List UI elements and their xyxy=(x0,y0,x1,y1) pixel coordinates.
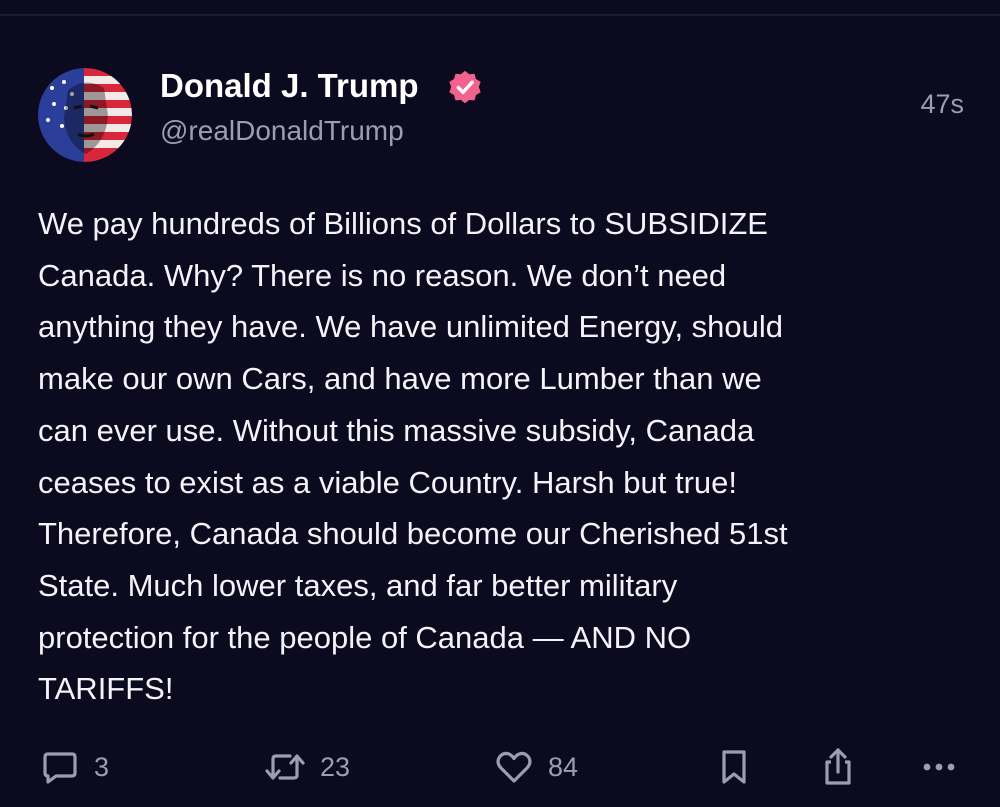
share-button[interactable] xyxy=(818,742,858,792)
heart-icon xyxy=(496,751,532,783)
repost-icon xyxy=(265,754,305,780)
post-card: Donald J. Trump @realDonaldTrump 47s We … xyxy=(0,16,1000,807)
author-handle[interactable]: @realDonaldTrump xyxy=(160,114,404,148)
share-icon xyxy=(825,748,851,785)
avatar-image xyxy=(38,68,132,162)
like-count: 84 xyxy=(548,752,579,782)
reply-button[interactable]: 3 xyxy=(40,742,109,792)
more-icon xyxy=(923,763,955,771)
avatar[interactable] xyxy=(38,68,132,162)
verified-badge-icon xyxy=(449,70,481,104)
comment-icon xyxy=(43,752,77,784)
author-name[interactable]: Donald J. Trump xyxy=(160,66,419,106)
bookmark-icon xyxy=(722,750,746,784)
repost-count: 23 xyxy=(320,752,351,782)
bookmark-button[interactable] xyxy=(716,742,752,792)
repost-button[interactable]: 23 xyxy=(264,742,350,792)
reply-count: 3 xyxy=(94,752,110,782)
more-button[interactable] xyxy=(918,742,962,792)
action-bar: 3 23 84 xyxy=(0,742,1000,792)
post-text: We pay hundreds of Billions of Dollars t… xyxy=(38,206,788,707)
post-timestamp[interactable]: 47s xyxy=(920,87,964,121)
like-button[interactable]: 84 xyxy=(494,742,578,792)
